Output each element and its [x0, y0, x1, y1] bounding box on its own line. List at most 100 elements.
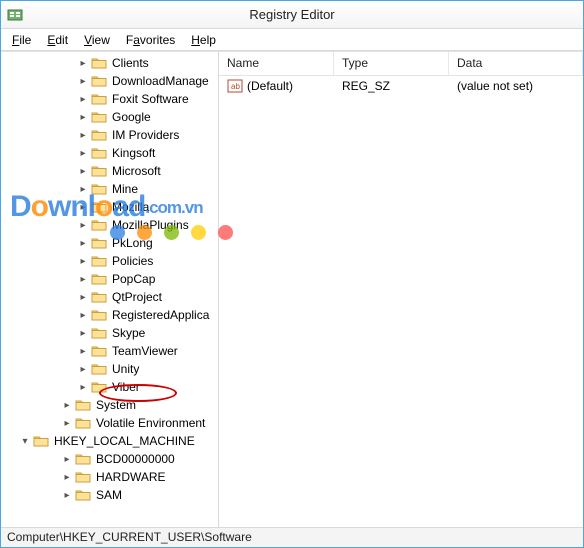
column-data[interactable]: Data [449, 52, 583, 75]
tree-node-label: MozillaPlugins [110, 218, 191, 232]
expander-icon[interactable]: ▾ [19, 435, 31, 447]
string-value-icon: ab [227, 79, 243, 93]
expander-icon[interactable]: ▸ [61, 489, 73, 501]
menubar: File Edit View Favorites Help [1, 29, 583, 51]
menu-file-rest: ile [19, 33, 31, 47]
folder-icon [91, 200, 107, 214]
folder-icon [91, 146, 107, 160]
tree-node-label: Google [110, 110, 153, 124]
expander-icon[interactable]: ▸ [77, 327, 89, 339]
expander-icon[interactable]: ▸ [61, 417, 73, 429]
tree-node-hklm[interactable]: ▾ HKEY_LOCAL_MACHINE [3, 432, 218, 450]
tree-node-label: PkLong [110, 236, 155, 250]
folder-icon [75, 416, 91, 430]
tree-node[interactable]: ▸Viber [3, 378, 218, 396]
tree-node-label: Unity [110, 362, 141, 376]
tree-node[interactable]: ▸ Volatile Environment [3, 414, 218, 432]
tree-node[interactable]: ▸ Google [3, 108, 218, 126]
tree-node-label: RegisteredApplica [110, 308, 211, 322]
tree-node[interactable]: ▸ RegisteredApplica [3, 306, 218, 324]
tree-node-label: Policies [110, 254, 155, 268]
expander-icon[interactable]: ▸ [77, 111, 89, 123]
tree-node-label: Kingsoft [110, 146, 157, 160]
tree-node-label: Skype [110, 326, 147, 340]
tree-node-label: Clients [110, 56, 151, 70]
tree-node-label: DownloadManage [110, 74, 211, 88]
expander-icon[interactable]: ▸ [77, 291, 89, 303]
tree-node[interactable]: ▸ Clients [3, 54, 218, 72]
folder-icon [75, 488, 91, 502]
tree-node[interactable]: ▸ IM Providers [3, 126, 218, 144]
tree-node[interactable]: ▸ Foxit Software [3, 90, 218, 108]
folder-icon [91, 344, 107, 358]
tree-node[interactable]: ▸ DownloadManage [3, 72, 218, 90]
folder-icon [91, 92, 107, 106]
expander-icon[interactable]: ▸ [61, 471, 73, 483]
column-name[interactable]: Name [219, 52, 334, 75]
folder-icon [91, 380, 107, 394]
menu-help[interactable]: Help [184, 31, 223, 49]
tree-node[interactable]: ▸QtProject [3, 288, 218, 306]
expander-icon[interactable]: ▸ [77, 309, 89, 321]
expander-icon[interactable]: ▸ [77, 57, 89, 69]
tree-node[interactable]: ▸HARDWARE [3, 468, 218, 486]
tree-node[interactable]: ▸ MozillaPlugins [3, 216, 218, 234]
expander-icon[interactable]: ▸ [77, 363, 89, 375]
expander-icon[interactable]: ▸ [77, 165, 89, 177]
tree-node-label: HKEY_LOCAL_MACHINE [52, 434, 197, 448]
tree-node[interactable]: ▸PopCap [3, 270, 218, 288]
expander-icon[interactable]: ▸ [77, 345, 89, 357]
expander-icon[interactable]: ▸ [77, 147, 89, 159]
folder-icon [91, 218, 107, 232]
value-row[interactable]: ab(Default)REG_SZ(value not set) [219, 76, 583, 96]
menu-file[interactable]: File [5, 31, 38, 49]
value-name: (Default) [247, 79, 293, 93]
menu-view[interactable]: View [77, 31, 117, 49]
tree-node-label: Volatile Environment [94, 416, 207, 430]
expander-icon[interactable]: ▸ [77, 75, 89, 87]
expander-icon[interactable]: ▸ [77, 219, 89, 231]
content-area: ▸ Clients ▸ DownloadManage ▸ Foxit Software ▸ G… [1, 51, 583, 527]
tree-node-label: SAM [94, 488, 124, 502]
folder-icon [91, 56, 107, 70]
expander-icon[interactable]: ▸ [77, 381, 89, 393]
expander-icon[interactable]: ▸ [77, 183, 89, 195]
tree-node[interactable]: ▸ PkLong [3, 234, 218, 252]
tree-node[interactable]: ▸ Policies [3, 252, 218, 270]
tree-node[interactable]: ▸ Skype [3, 324, 218, 342]
folder-icon [91, 128, 107, 142]
column-type[interactable]: Type [334, 52, 449, 75]
expander-icon[interactable]: ▸ [77, 201, 89, 213]
folder-icon [91, 308, 107, 322]
folder-icon [33, 434, 49, 448]
expander-icon[interactable]: ▸ [77, 255, 89, 267]
folder-icon [91, 182, 107, 196]
expander-icon[interactable]: ▸ [77, 237, 89, 249]
svg-text:ab: ab [231, 82, 240, 91]
expander-icon[interactable]: ▸ [77, 129, 89, 141]
column-headers: Name Type Data [219, 52, 583, 76]
tree-node[interactable]: ▸ SAM [3, 486, 218, 504]
menu-favorites[interactable]: Favorites [119, 31, 182, 49]
folder-icon [91, 326, 107, 340]
tree-node[interactable]: ▸ Microsoft [3, 162, 218, 180]
tree-pane[interactable]: ▸ Clients ▸ DownloadManage ▸ Foxit Software ▸ G… [1, 52, 219, 527]
tree-node-label: IM Providers [110, 128, 181, 142]
tree-node[interactable]: ▸BCD00000000 [3, 450, 218, 468]
expander-icon[interactable]: ▸ [61, 453, 73, 465]
tree-node[interactable]: ▸System [3, 396, 218, 414]
tree-node[interactable]: ▸TeamViewer [3, 342, 218, 360]
menu-edit[interactable]: Edit [40, 31, 75, 49]
tree-node[interactable]: ▸ Mine [3, 180, 218, 198]
tree-node-label: Microsoft [110, 164, 163, 178]
tree-node-label: Mine [110, 182, 140, 196]
expander-icon[interactable]: ▸ [77, 93, 89, 105]
expander-icon[interactable]: ▸ [77, 273, 89, 285]
tree-node-label: Foxit Software [110, 92, 191, 106]
tree-node[interactable]: ▸ Kingsoft [3, 144, 218, 162]
expander-icon[interactable]: ▸ [61, 399, 73, 411]
tree-node[interactable]: ▸ Unity [3, 360, 218, 378]
folder-icon [91, 272, 107, 286]
tree-node[interactable]: ▸Mozilla [3, 198, 218, 216]
values-list[interactable]: ab(Default)REG_SZ(value not set) [219, 76, 583, 527]
